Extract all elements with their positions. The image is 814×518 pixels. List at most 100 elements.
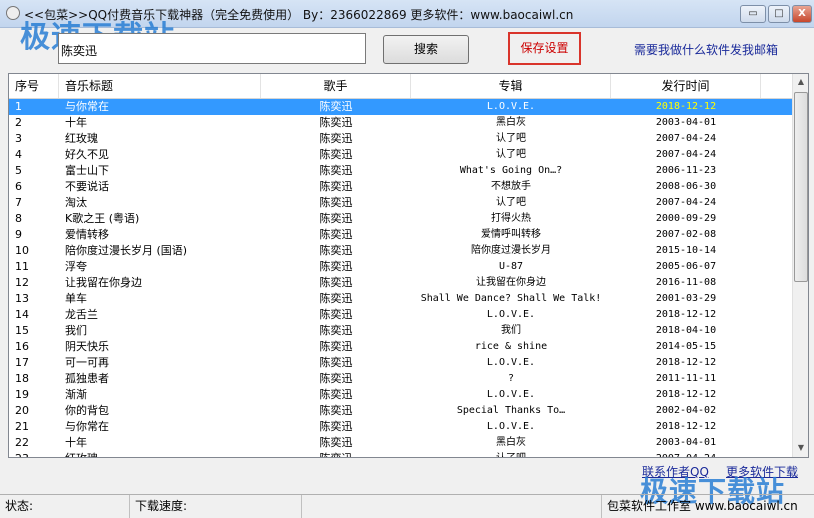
table-row[interactable]: 13 单车 陈奕迅 Shall We Dance? Shall We Talk! 200… [9,291,808,307]
save-settings-button[interactable]: 保存设置 [508,32,581,65]
minimize-button[interactable]: ▭ [740,5,766,23]
cell-title: 让我留在你身边 [65,276,142,289]
cell-album: Special Thanks To… [456,405,566,416]
cell-date: 2007-04-24 [611,451,761,457]
cell-title: 好久不见 [65,148,109,161]
cell-album: 认了吧 [411,451,611,457]
table-row[interactable]: 15 我们 陈奕迅 我们 2018-04-10 [9,323,808,339]
cell-index: 12 [15,276,29,289]
table-row[interactable]: 9 爱情转移 陈奕迅 爱情呼叫转移 2007-02-08 [9,227,808,243]
cell-index: 21 [15,420,29,433]
maximize-button[interactable]: □ [768,5,790,23]
col-singer[interactable]: 歌手 [261,74,411,98]
cell-title: 十年 [65,436,87,449]
table-row[interactable]: 6 不要说话 陈奕迅 不想放手 2008-06-30 [9,179,808,195]
cell-album: 爱情呼叫转移 [481,229,541,240]
table-row[interactable]: 12 让我留在你身边 陈奕迅 让我留在你身边 2016-11-08 [9,275,808,291]
scroll-thumb[interactable] [794,92,808,282]
cell-singer: 陈奕迅 [261,451,411,457]
cell-date: 2000-09-29 [655,213,717,224]
table-row[interactable]: 10 陪你度过漫长岁月 (国语) 陈奕迅 陪你度过漫长岁月 2015-10-14 [9,243,808,259]
cell-singer: 陈奕迅 [319,132,353,145]
cell-album: L.O.V.E. [486,357,536,368]
search-button[interactable]: 搜索 [383,35,469,64]
cell-date: 2007-04-24 [655,197,717,208]
cell-date: 2003-04-01 [655,117,717,128]
cell-index: 6 [15,180,22,193]
cell-album: 黑白灰 [496,117,526,128]
table-row[interactable]: 11 浮夸 陈奕迅 U-87 2005-06-07 [9,259,808,275]
cell-index: 7 [15,196,22,209]
col-date[interactable]: 发行时间 [611,74,761,98]
cell-singer: 陈奕迅 [319,180,353,193]
table-row[interactable]: 8 K歌之王 (粤语) 陈奕迅 打得火热 2000-09-29 [9,211,808,227]
cell-index: 22 [15,436,29,449]
col-album[interactable]: 专辑 [411,74,611,98]
cell-index: 17 [15,356,29,369]
cell-index: 10 [15,244,29,257]
table-row[interactable]: 5 富士山下 陈奕迅 What's Going On…? 2006-11-23 [9,163,808,179]
cell-title: 爱情转移 [65,228,109,241]
cell-index: 18 [15,372,29,385]
cell-singer: 陈奕迅 [319,164,353,177]
cell-singer: 陈奕迅 [319,340,353,353]
table-row[interactable]: 7 淘汰 陈奕迅 认了吧 2007-04-24 [9,195,808,211]
scroll-down-icon[interactable]: ▼ [793,443,808,452]
cell-date: 2018-12-12 [655,421,717,432]
cell-album: 认了吧 [496,197,526,208]
cell-title: 我们 [65,324,87,337]
cell-index: 16 [15,340,29,353]
cell-date: 2001-03-29 [655,293,717,304]
col-title[interactable]: 音乐标题 [59,74,261,98]
cell-title: 孤独患者 [65,372,109,385]
table-row[interactable]: 2 十年 陈奕迅 黑白灰 2003-04-01 [9,115,808,131]
table-row[interactable]: 4 好久不见 陈奕迅 认了吧 2007-04-24 [9,147,808,163]
cell-date: 2016-11-08 [655,277,717,288]
app-icon [6,6,20,20]
cell-title: 十年 [65,116,87,129]
cell-album: ? [507,373,515,384]
cell-album: 认了吧 [496,133,526,144]
table-row[interactable]: 20 你的背包 陈奕迅 Special Thanks To… 2002-04-02 [9,403,808,419]
cell-singer: 陈奕迅 [319,276,353,289]
table-row[interactable]: 1 与你常在 陈奕迅 L.O.V.E. 2018-12-12 [9,99,808,115]
cell-index: 14 [15,308,29,321]
cell-index: 11 [15,260,29,273]
cell-singer: 陈奕迅 [319,436,353,449]
cell-album: L.O.V.E. [486,421,536,432]
cell-singer: 陈奕迅 [319,260,353,273]
cell-singer: 陈奕迅 [319,324,353,337]
search-input[interactable]: 陈奕迅 [58,33,366,64]
close-button[interactable]: X [792,5,812,23]
cell-album: What's Going On…? [459,165,563,176]
vertical-scrollbar[interactable]: ▲ ▼ [792,74,808,457]
table-row[interactable]: 3 红玫瑰 陈奕迅 认了吧 2007-04-24 [9,131,808,147]
cell-singer: 陈奕迅 [319,244,353,257]
table-row[interactable]: 18 孤独患者 陈奕迅? 2011-11-11 [9,371,808,387]
table-row[interactable]: 17 可一可再 陈奕迅 L.O.V.E. 2018-12-12 [9,355,808,371]
table-row[interactable]: 14 龙舌兰 陈奕迅 L.O.V.E. 2018-12-12 [9,307,808,323]
cell-singer: 陈奕迅 [319,420,353,433]
cell-title: K歌之王 (粤语) [65,212,140,225]
cell-album: 让我留在你身边 [476,277,546,288]
table-row[interactable]: 19 渐渐 陈奕迅 L.O.V.E. 2018-12-12 [9,387,808,403]
mail-link[interactable]: 需要我做什么软件发我邮箱 [634,41,778,58]
cell-title: 与你常在 [65,420,109,433]
cell-index: 19 [15,388,29,401]
col-index[interactable]: 序号 [9,74,59,98]
table-row[interactable]: 23红玫瑰陈奕迅认了吧2007-04-24 [9,451,808,457]
cell-date: 2015-10-14 [655,245,717,256]
cell-index: 9 [15,228,22,241]
cell-date: 2007-02-08 [655,229,717,240]
scroll-up-icon[interactable]: ▲ [793,77,808,86]
table-row[interactable]: 22 十年 陈奕迅 黑白灰 2003-04-01 [9,435,808,451]
cell-title: 红玫瑰 [65,132,98,145]
table-row[interactable]: 21 与你常在 陈奕迅 L.O.V.E. 2018-12-12 [9,419,808,435]
cell-title: 浮夸 [65,260,87,273]
cell-title: 可一可再 [65,356,109,369]
table-row[interactable]: 16 阴天快乐 陈奕迅 rice & shine 2014-05-15 [9,339,808,355]
cell-title: 你的背包 [65,404,109,417]
cell-singer: 陈奕迅 [319,148,353,161]
status-blank [302,495,602,518]
cell-title: 阴天快乐 [65,340,109,353]
